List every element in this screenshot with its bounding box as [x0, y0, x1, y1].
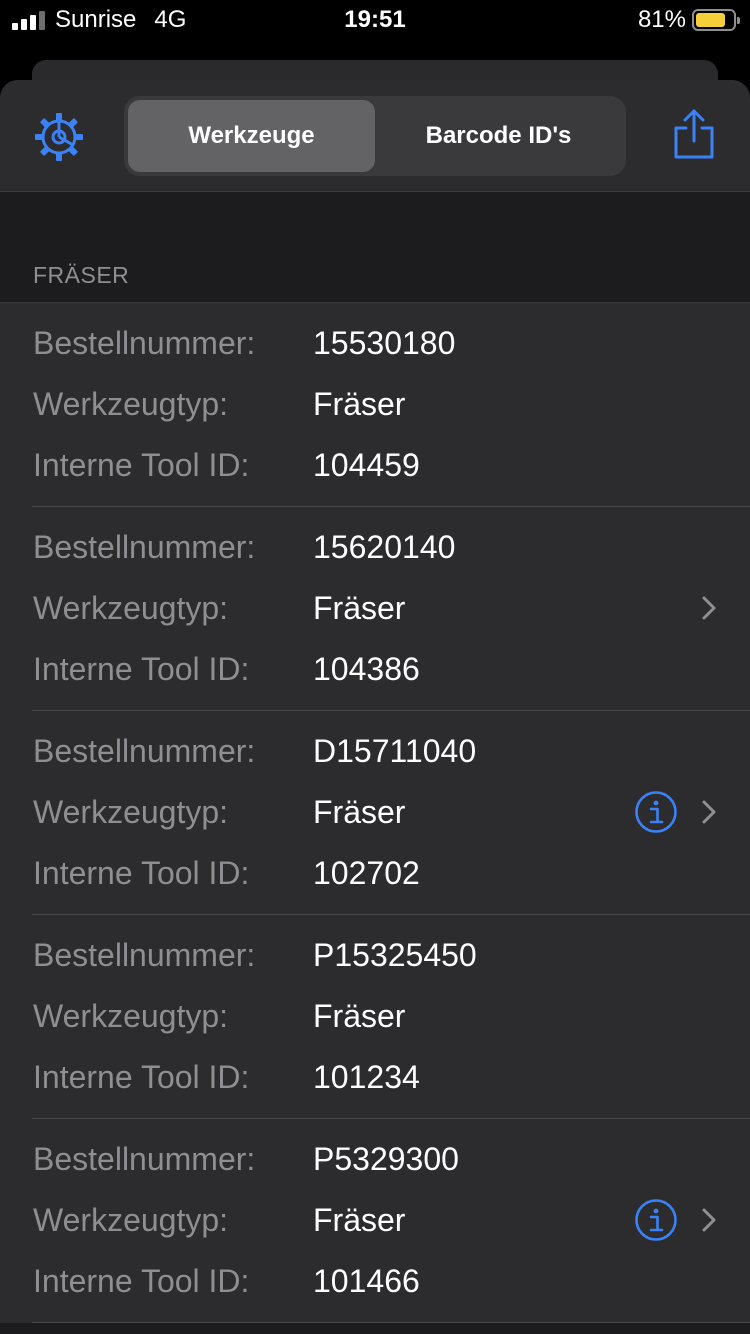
- info-button[interactable]: [634, 790, 678, 834]
- internal-tool-id-value: 102702: [313, 855, 420, 891]
- chevron-right-icon: [699, 593, 719, 623]
- internal-tool-id-value: 101466: [313, 1263, 420, 1299]
- chevron-right-icon: [699, 797, 719, 827]
- view-segmented-control: Werkzeuge Barcode ID's: [124, 96, 626, 176]
- segment-barcode-ids[interactable]: Barcode ID's: [375, 100, 622, 172]
- internal-tool-id-label: Interne Tool ID:: [33, 447, 250, 483]
- chevron-right-icon: [699, 1205, 719, 1235]
- tool-list: Bestellnummer: 15530180 Werkzeugtyp: Fräser…: [0, 303, 750, 1323]
- info-button[interactable]: [634, 1198, 678, 1242]
- tool-type-label: Werkzeugtyp:: [33, 794, 229, 830]
- internal-tool-id-label: Interne Tool ID:: [33, 651, 250, 687]
- gear-icon: [35, 113, 83, 161]
- tool-type-value: Fräser: [313, 590, 406, 626]
- tool-row: Bestellnummer: 15530180 Werkzeugtyp: Fräser…: [0, 303, 750, 507]
- internal-tool-id-label: Interne Tool ID:: [33, 1263, 250, 1299]
- internal-tool-id-value: 104459: [313, 447, 420, 483]
- status-bar: Sunrise 4G 19:51 81%: [0, 0, 750, 44]
- section-title: FRÄSER: [33, 262, 130, 288]
- tool-type-label: Werkzeugtyp:: [33, 998, 229, 1034]
- toolbar: Werkzeuge Barcode ID's: [0, 80, 750, 192]
- order-number-label: Bestellnummer:: [33, 733, 256, 769]
- order-number-label: Bestellnummer:: [33, 529, 256, 565]
- tool-type-value: Fräser: [313, 998, 406, 1034]
- internal-tool-id-value: 104386: [313, 651, 420, 687]
- tool-row[interactable]: Bestellnummer: P5329300 Werkzeugtyp: Fräser…: [0, 1119, 750, 1323]
- tool-type-value: Fräser: [313, 794, 406, 830]
- info-icon: [634, 1199, 678, 1246]
- share-button[interactable]: [672, 108, 716, 160]
- battery-icon: [692, 9, 740, 31]
- tools-sheet: Werkzeuge Barcode ID's FRÄSER Bestellnum…: [0, 80, 750, 1334]
- row-divider: [32, 1322, 750, 1323]
- order-number-value: P5329300: [313, 1141, 459, 1177]
- tool-row[interactable]: Bestellnummer: 15620140 Werkzeugtyp: Fräser…: [0, 507, 750, 711]
- tool-type-label: Werkzeugtyp:: [33, 386, 229, 422]
- tool-row[interactable]: Bestellnummer: D15711040 Werkzeugtyp: Fräse…: [0, 711, 750, 915]
- tool-type-value: Fräser: [313, 1202, 406, 1238]
- tool-type-value: Fräser: [313, 386, 406, 422]
- order-number-value: 15620140: [313, 529, 456, 565]
- order-number-label: Bestellnummer:: [33, 937, 256, 973]
- settings-button[interactable]: [32, 110, 86, 164]
- share-icon: [674, 109, 714, 159]
- battery-percent: 81%: [637, 6, 686, 33]
- order-number-value: D15711040: [313, 733, 477, 769]
- internal-tool-id-label: Interne Tool ID:: [33, 855, 250, 891]
- order-number-value: 15530180: [313, 325, 456, 361]
- section-header: FRÄSER: [0, 192, 750, 303]
- tool-row: Bestellnummer: P15325450 Werkzeugtyp: Fräse…: [0, 915, 750, 1119]
- internal-tool-id-label: Interne Tool ID:: [33, 1059, 250, 1095]
- internal-tool-id-value: 101234: [313, 1059, 420, 1095]
- tool-type-label: Werkzeugtyp:: [33, 1202, 229, 1238]
- tool-type-label: Werkzeugtyp:: [33, 590, 229, 626]
- segment-werkzeuge[interactable]: Werkzeuge: [128, 100, 375, 172]
- info-icon: [634, 791, 678, 838]
- order-number-label: Bestellnummer:: [33, 1141, 256, 1177]
- order-number-value: P15325450: [313, 937, 477, 973]
- order-number-label: Bestellnummer:: [33, 325, 256, 361]
